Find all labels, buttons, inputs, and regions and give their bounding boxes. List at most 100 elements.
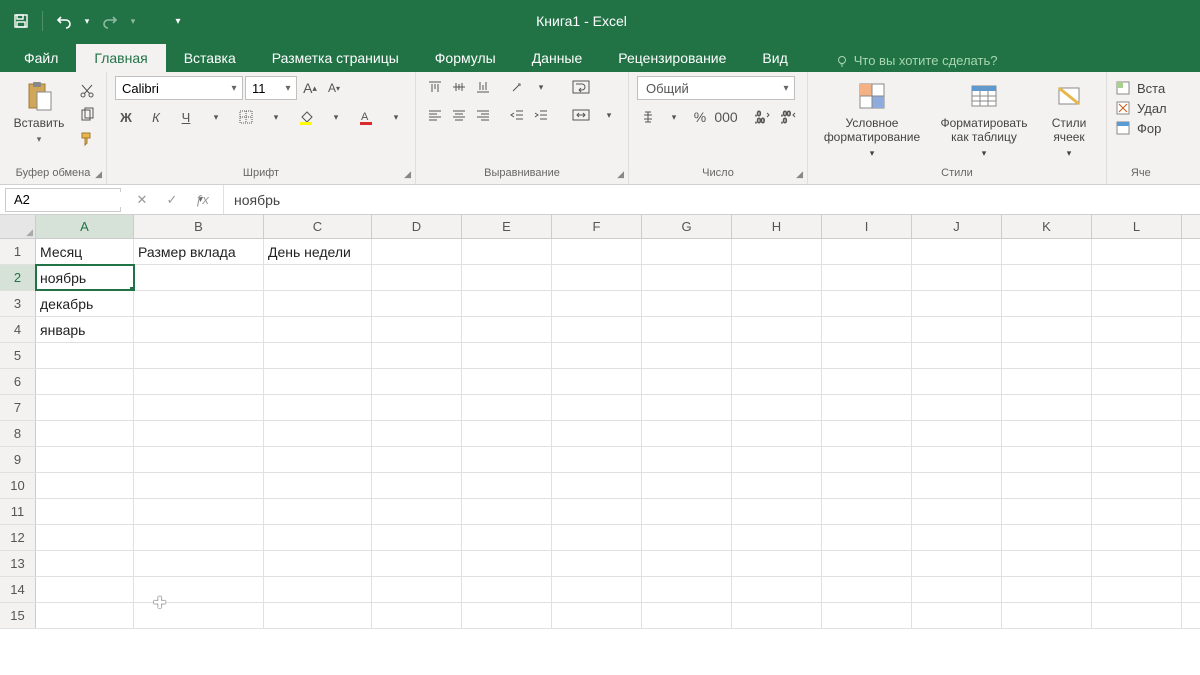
cell-F11[interactable] <box>552 499 642 524</box>
format-painter-button[interactable] <box>76 128 98 150</box>
cell-B5[interactable] <box>134 343 264 368</box>
cancel-formula-icon[interactable]: ✕ <box>131 189 153 211</box>
cell-H9[interactable] <box>732 447 822 472</box>
cell-K15[interactable] <box>1002 603 1092 628</box>
cell-G9[interactable] <box>642 447 732 472</box>
decrease-indent-button[interactable] <box>506 104 528 126</box>
chevron-down-icon[interactable]: ▾ <box>280 83 296 94</box>
cell-D2[interactable] <box>372 265 462 290</box>
cell-E7[interactable] <box>462 395 552 420</box>
cell-F15[interactable] <box>552 603 642 628</box>
cell-F14[interactable] <box>552 577 642 602</box>
row-header-9[interactable]: 9 <box>0 447 36 472</box>
cell-J1[interactable] <box>912 239 1002 264</box>
col-header-K[interactable]: K <box>1002 215 1092 238</box>
cell-G13[interactable] <box>642 551 732 576</box>
cell-I6[interactable] <box>822 369 912 394</box>
cell-B3[interactable] <box>134 291 264 316</box>
cell-L15[interactable] <box>1092 603 1182 628</box>
cell-A15[interactable] <box>36 603 134 628</box>
cell-H2[interactable] <box>732 265 822 290</box>
increase-font-button[interactable]: A▴ <box>299 77 321 99</box>
save-icon[interactable] <box>8 8 34 34</box>
cell-F2[interactable] <box>552 265 642 290</box>
cell-D5[interactable] <box>372 343 462 368</box>
cell-G8[interactable] <box>642 421 732 446</box>
cell-K12[interactable] <box>1002 525 1092 550</box>
cell-J8[interactable] <box>912 421 1002 446</box>
cell-L2[interactable] <box>1092 265 1182 290</box>
row-header-15[interactable]: 15 <box>0 603 36 628</box>
cell-B10[interactable] <box>134 473 264 498</box>
cell-A12[interactable] <box>36 525 134 550</box>
cell-J14[interactable] <box>912 577 1002 602</box>
cell-G7[interactable] <box>642 395 732 420</box>
cell-K2[interactable] <box>1002 265 1092 290</box>
cell-L5[interactable] <box>1092 343 1182 368</box>
merge-button[interactable] <box>566 104 596 126</box>
cell-E5[interactable] <box>462 343 552 368</box>
cell-B6[interactable] <box>134 369 264 394</box>
cell-I5[interactable] <box>822 343 912 368</box>
cell-I4[interactable] <box>822 317 912 342</box>
cell-F1[interactable] <box>552 239 642 264</box>
cell-A4[interactable]: январь <box>36 317 134 342</box>
cell-C13[interactable] <box>264 551 372 576</box>
cell-G14[interactable] <box>642 577 732 602</box>
cell-C10[interactable] <box>264 473 372 498</box>
cell-D9[interactable] <box>372 447 462 472</box>
cell-E1[interactable] <box>462 239 552 264</box>
cell-J3[interactable] <box>912 291 1002 316</box>
cell-G11[interactable] <box>642 499 732 524</box>
cell-G2[interactable] <box>642 265 732 290</box>
redo-icon[interactable] <box>97 8 123 34</box>
cell-G10[interactable] <box>642 473 732 498</box>
cell-H1[interactable] <box>732 239 822 264</box>
cell-C4[interactable] <box>264 317 372 342</box>
cell-A8[interactable] <box>36 421 134 446</box>
cell-D10[interactable] <box>372 473 462 498</box>
borders-dropdown-icon[interactable]: ▾ <box>265 106 287 128</box>
cell-E8[interactable] <box>462 421 552 446</box>
chevron-down-icon[interactable]: ▾ <box>778 83 794 94</box>
merge-dropdown-icon[interactable]: ▾ <box>598 104 620 126</box>
row-header-8[interactable]: 8 <box>0 421 36 446</box>
cell-H15[interactable] <box>732 603 822 628</box>
cell-A9[interactable] <box>36 447 134 472</box>
cell-G12[interactable] <box>642 525 732 550</box>
cell-D11[interactable] <box>372 499 462 524</box>
cell-B15[interactable] <box>134 603 264 628</box>
cell-I7[interactable] <box>822 395 912 420</box>
cell-A5[interactable] <box>36 343 134 368</box>
cell-A1[interactable]: Месяц <box>36 239 134 264</box>
wrap-text-button[interactable] <box>566 76 596 98</box>
cell-E14[interactable] <box>462 577 552 602</box>
insert-cells-button[interactable]: Вста <box>1115 80 1167 96</box>
increase-indent-button[interactable] <box>530 104 552 126</box>
cell-B1[interactable]: Размер вклада <box>134 239 264 264</box>
col-header-E[interactable]: E <box>462 215 552 238</box>
cell-C11[interactable] <box>264 499 372 524</box>
cell-H4[interactable] <box>732 317 822 342</box>
col-header-F[interactable]: F <box>552 215 642 238</box>
number-dialog-launcher-icon[interactable]: ◢ <box>796 169 803 180</box>
cell-L4[interactable] <box>1092 317 1182 342</box>
cell-I11[interactable] <box>822 499 912 524</box>
cell-K3[interactable] <box>1002 291 1092 316</box>
cell-D3[interactable] <box>372 291 462 316</box>
cell-J13[interactable] <box>912 551 1002 576</box>
cell-C12[interactable] <box>264 525 372 550</box>
cell-I15[interactable] <box>822 603 912 628</box>
cell-A10[interactable] <box>36 473 134 498</box>
cell-D6[interactable] <box>372 369 462 394</box>
row-header-1[interactable]: 1 <box>0 239 36 264</box>
font-dialog-launcher-icon[interactable]: ◢ <box>404 169 411 180</box>
cell-F3[interactable] <box>552 291 642 316</box>
cell-L13[interactable] <box>1092 551 1182 576</box>
cell-H8[interactable] <box>732 421 822 446</box>
cell-F4[interactable] <box>552 317 642 342</box>
cell-J6[interactable] <box>912 369 1002 394</box>
col-header-J[interactable]: J <box>912 215 1002 238</box>
cell-C9[interactable] <box>264 447 372 472</box>
italic-button[interactable]: К <box>145 106 167 128</box>
